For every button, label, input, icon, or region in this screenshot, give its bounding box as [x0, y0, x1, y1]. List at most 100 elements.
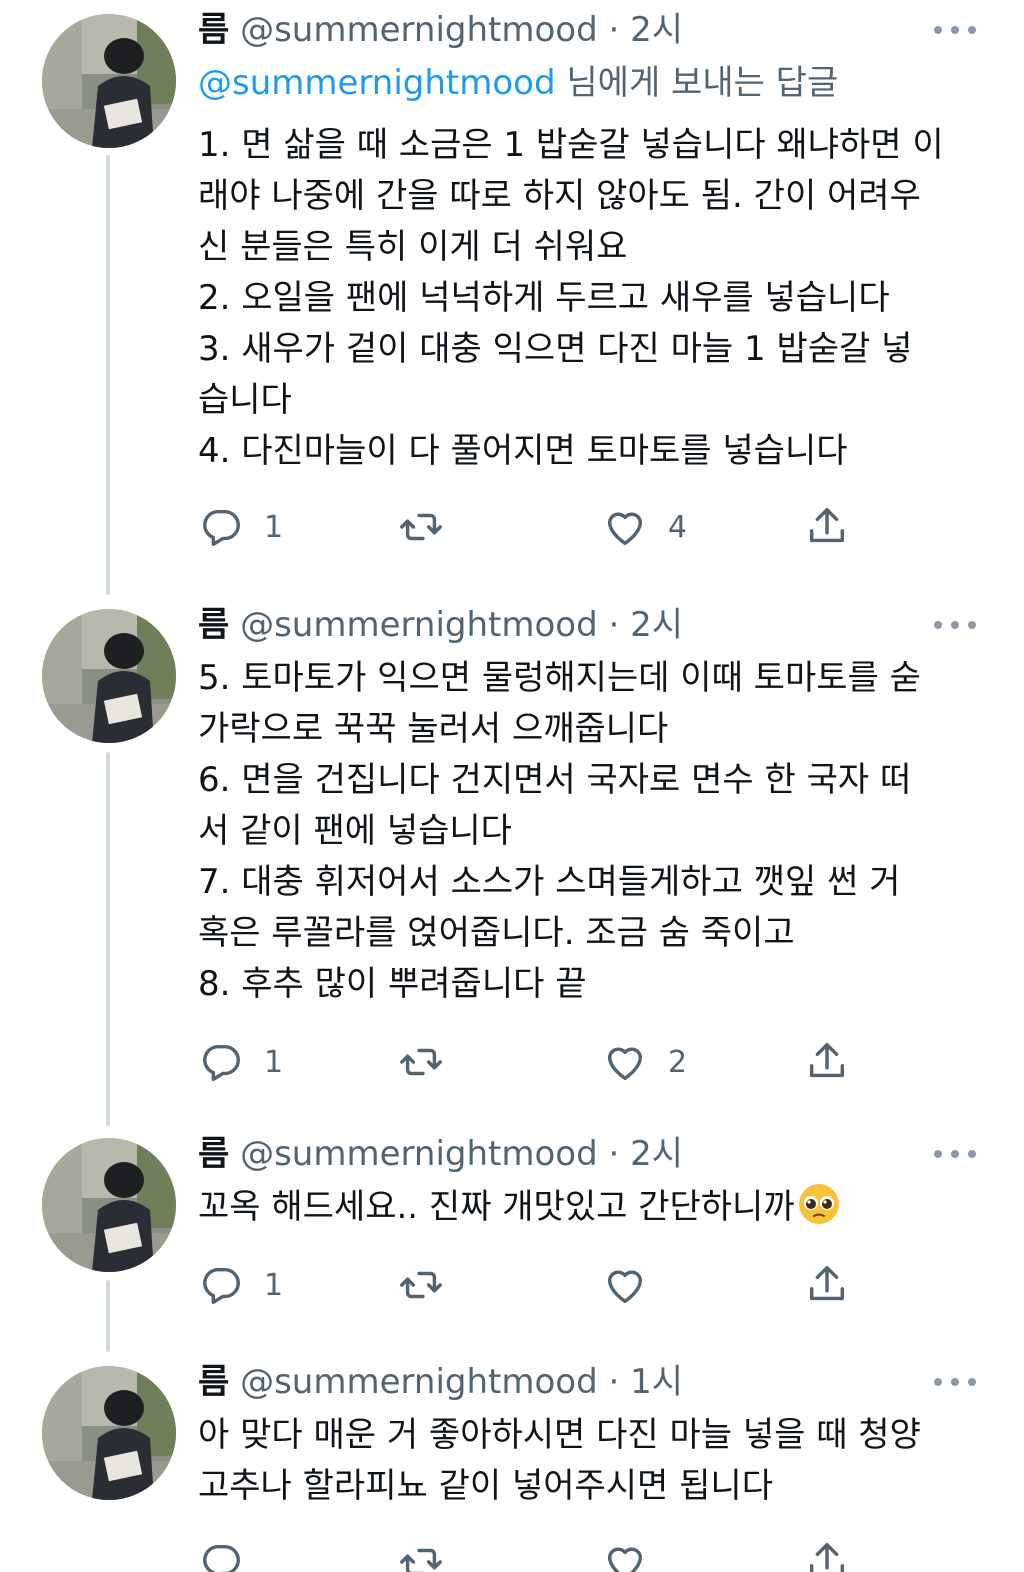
thread-connector	[106, 155, 110, 595]
reply-button[interactable]: 1	[198, 1034, 283, 1090]
tweet-header: 름 @summernightmood · 1시	[198, 1354, 998, 1410]
tweet-header: 름 @summernightmood · 2시	[198, 2, 998, 58]
reply-count: 1	[264, 1044, 284, 1080]
text-line: 습니다	[198, 380, 292, 420]
like-count: 4	[668, 509, 688, 545]
avatar[interactable]	[42, 14, 176, 148]
text-line: 3. 새우가 겉이 대충 익으면 다진 마늘 1 밥숟갈 넣	[198, 329, 913, 369]
heart-icon	[607, 512, 643, 546]
text-line: 신 분들은 특히 이게 더 쉬워요	[198, 227, 628, 267]
retweet-button[interactable]	[398, 499, 464, 555]
tweet-text: 1. 면 삶을 때 소금은 1 밥숟갈 넣습니다 왜냐하면 이 래야 나중에 간…	[198, 120, 998, 477]
like-button[interactable]: 4	[602, 499, 687, 555]
text-line: 2. 오일을 팬에 넉넉하게 두르고 새우를 넣습니다	[198, 278, 890, 318]
user-handle[interactable]: @summernightmood	[240, 605, 598, 645]
like-count: 2	[668, 1044, 688, 1080]
tweet-actions: 1 2	[198, 1034, 998, 1090]
reply-button[interactable]	[198, 1534, 244, 1572]
share-icon	[809, 1543, 845, 1572]
avatar[interactable]	[42, 1138, 176, 1272]
heart-icon	[607, 1547, 643, 1572]
timestamp[interactable]: 2시	[630, 605, 683, 645]
thread-connector	[106, 1280, 110, 1352]
tweet-actions	[198, 1534, 998, 1572]
thread-connector	[106, 752, 110, 1126]
more-dots-icon[interactable]	[934, 611, 976, 639]
text-line: 가락으로 꾹꾹 눌러서 으깨줍니다	[198, 709, 669, 749]
timestamp[interactable]: 1시	[630, 1362, 683, 1402]
separator-dot: ·	[608, 1362, 620, 1402]
heart-icon	[607, 1270, 643, 1304]
timestamp[interactable]: 2시	[630, 10, 683, 50]
avatar[interactable]	[42, 609, 176, 743]
separator-dot: ·	[608, 605, 620, 645]
more-dots-icon[interactable]	[934, 1140, 976, 1168]
retweet-icon	[400, 1048, 442, 1076]
pleading-face-emoji	[798, 1184, 839, 1224]
share-button[interactable]	[804, 1534, 850, 1572]
text-line: 8. 후추 많이 뿌려줍니다 끝	[198, 964, 587, 1004]
tweet-thread: 름 @summernightmood · 2시 @summernightmood…	[0, 0, 1024, 1572]
reply-button[interactable]: 1	[198, 1257, 283, 1313]
heart-icon	[607, 1047, 643, 1081]
tweet-header: 름 @summernightmood · 2시	[198, 597, 998, 653]
tweet-text: 5. 토마토가 익으면 물렁해지는데 이때 토마토를 숟 가락으로 꾹꾹 눌러서…	[198, 653, 998, 1010]
avatar[interactable]	[42, 1366, 176, 1500]
text-line: 고추나 할라피뇨 같이 넣어주시면 됩니다	[198, 1466, 773, 1506]
retweet-icon	[400, 1271, 442, 1299]
separator-dot: ·	[608, 1134, 620, 1174]
retweet-button[interactable]	[398, 1257, 444, 1313]
replying-to: @summernightmood 님에게 보내는 답글	[198, 58, 998, 108]
timestamp[interactable]: 2시	[630, 1134, 683, 1174]
text-line: 꼬옥 해드세요.. 진짜 개맛있고 간단하니까	[198, 1182, 998, 1233]
text-line: 서 같이 팬에 넣습니다	[198, 811, 512, 851]
mention-link[interactable]: @summernightmood	[198, 63, 556, 103]
share-button[interactable]	[804, 499, 850, 555]
share-icon	[809, 1043, 845, 1078]
reply-count: 1	[264, 1267, 284, 1303]
separator-dot: ·	[608, 10, 620, 50]
display-name[interactable]: 름	[198, 605, 229, 645]
tweet-text: 아 맞다 매운 거 좋아하시면 다진 마늘 넣을 때 청양 고추나 할라피뇨 같…	[198, 1410, 998, 1512]
more-dots-icon[interactable]	[934, 1368, 976, 1396]
reply-icon	[203, 509, 240, 546]
share-button[interactable]	[804, 1034, 850, 1090]
retweet-button[interactable]	[398, 1534, 444, 1572]
display-name[interactable]: 름	[198, 1134, 229, 1174]
reply-button[interactable]: 1	[198, 499, 283, 555]
like-button[interactable]: 2	[602, 1034, 687, 1090]
user-handle[interactable]: @summernightmood	[240, 1134, 598, 1174]
display-name[interactable]: 름	[198, 1362, 229, 1402]
like-button[interactable]	[602, 1257, 648, 1313]
reply-count: 1	[264, 509, 284, 545]
tweet-actions: 1	[198, 1257, 998, 1313]
like-button[interactable]	[602, 1534, 648, 1572]
retweet-icon	[400, 1548, 442, 1572]
reply-icon	[203, 1044, 240, 1081]
tweet-text: 꼬옥 해드세요.. 진짜 개맛있고 간단하니까	[198, 1182, 998, 1233]
user-handle[interactable]: @summernightmood	[240, 10, 598, 50]
tweet-header: 름 @summernightmood · 2시	[198, 1126, 998, 1182]
reply-icon	[203, 1544, 240, 1572]
share-icon	[809, 1266, 845, 1301]
text-line: 래야 나중에 간을 따로 하지 않아도 됨. 간이 어려우	[198, 176, 921, 216]
more-dots-icon[interactable]	[934, 16, 976, 44]
text-line: 6. 면을 건집니다 건지면서 국자로 면수 한 국자 떠	[198, 760, 912, 800]
text-line: 아 맞다 매운 거 좋아하시면 다진 마늘 넣을 때 청양	[198, 1415, 921, 1455]
avatar-photo	[42, 14, 176, 148]
retweet-button[interactable]	[398, 1034, 464, 1090]
avatar-photo	[42, 1366, 176, 1500]
text-content: 꼬옥 해드세요.. 진짜 개맛있고 간단하니까	[198, 1187, 795, 1227]
user-handle[interactable]: @summernightmood	[240, 1362, 598, 1402]
display-name[interactable]: 름	[198, 10, 229, 50]
share-icon	[809, 508, 845, 543]
text-line: 1. 면 삶을 때 소금은 1 밥숟갈 넣습니다 왜냐하면 이	[198, 125, 944, 165]
retweet-icon	[400, 513, 442, 541]
reply-icon	[203, 1267, 240, 1304]
replying-suffix: 님에게 보내는 답글	[555, 63, 839, 103]
share-button[interactable]	[804, 1257, 850, 1313]
text-line: 혹은 루꼴라를 얹어줍니다. 조금 숨 죽이고	[198, 913, 795, 953]
text-line: 4. 다진마늘이 다 풀어지면 토마토를 넣습니다	[198, 431, 848, 471]
text-line: 5. 토마토가 익으면 물렁해지는데 이때 토마토를 숟	[198, 658, 921, 698]
avatar-photo	[42, 609, 176, 743]
